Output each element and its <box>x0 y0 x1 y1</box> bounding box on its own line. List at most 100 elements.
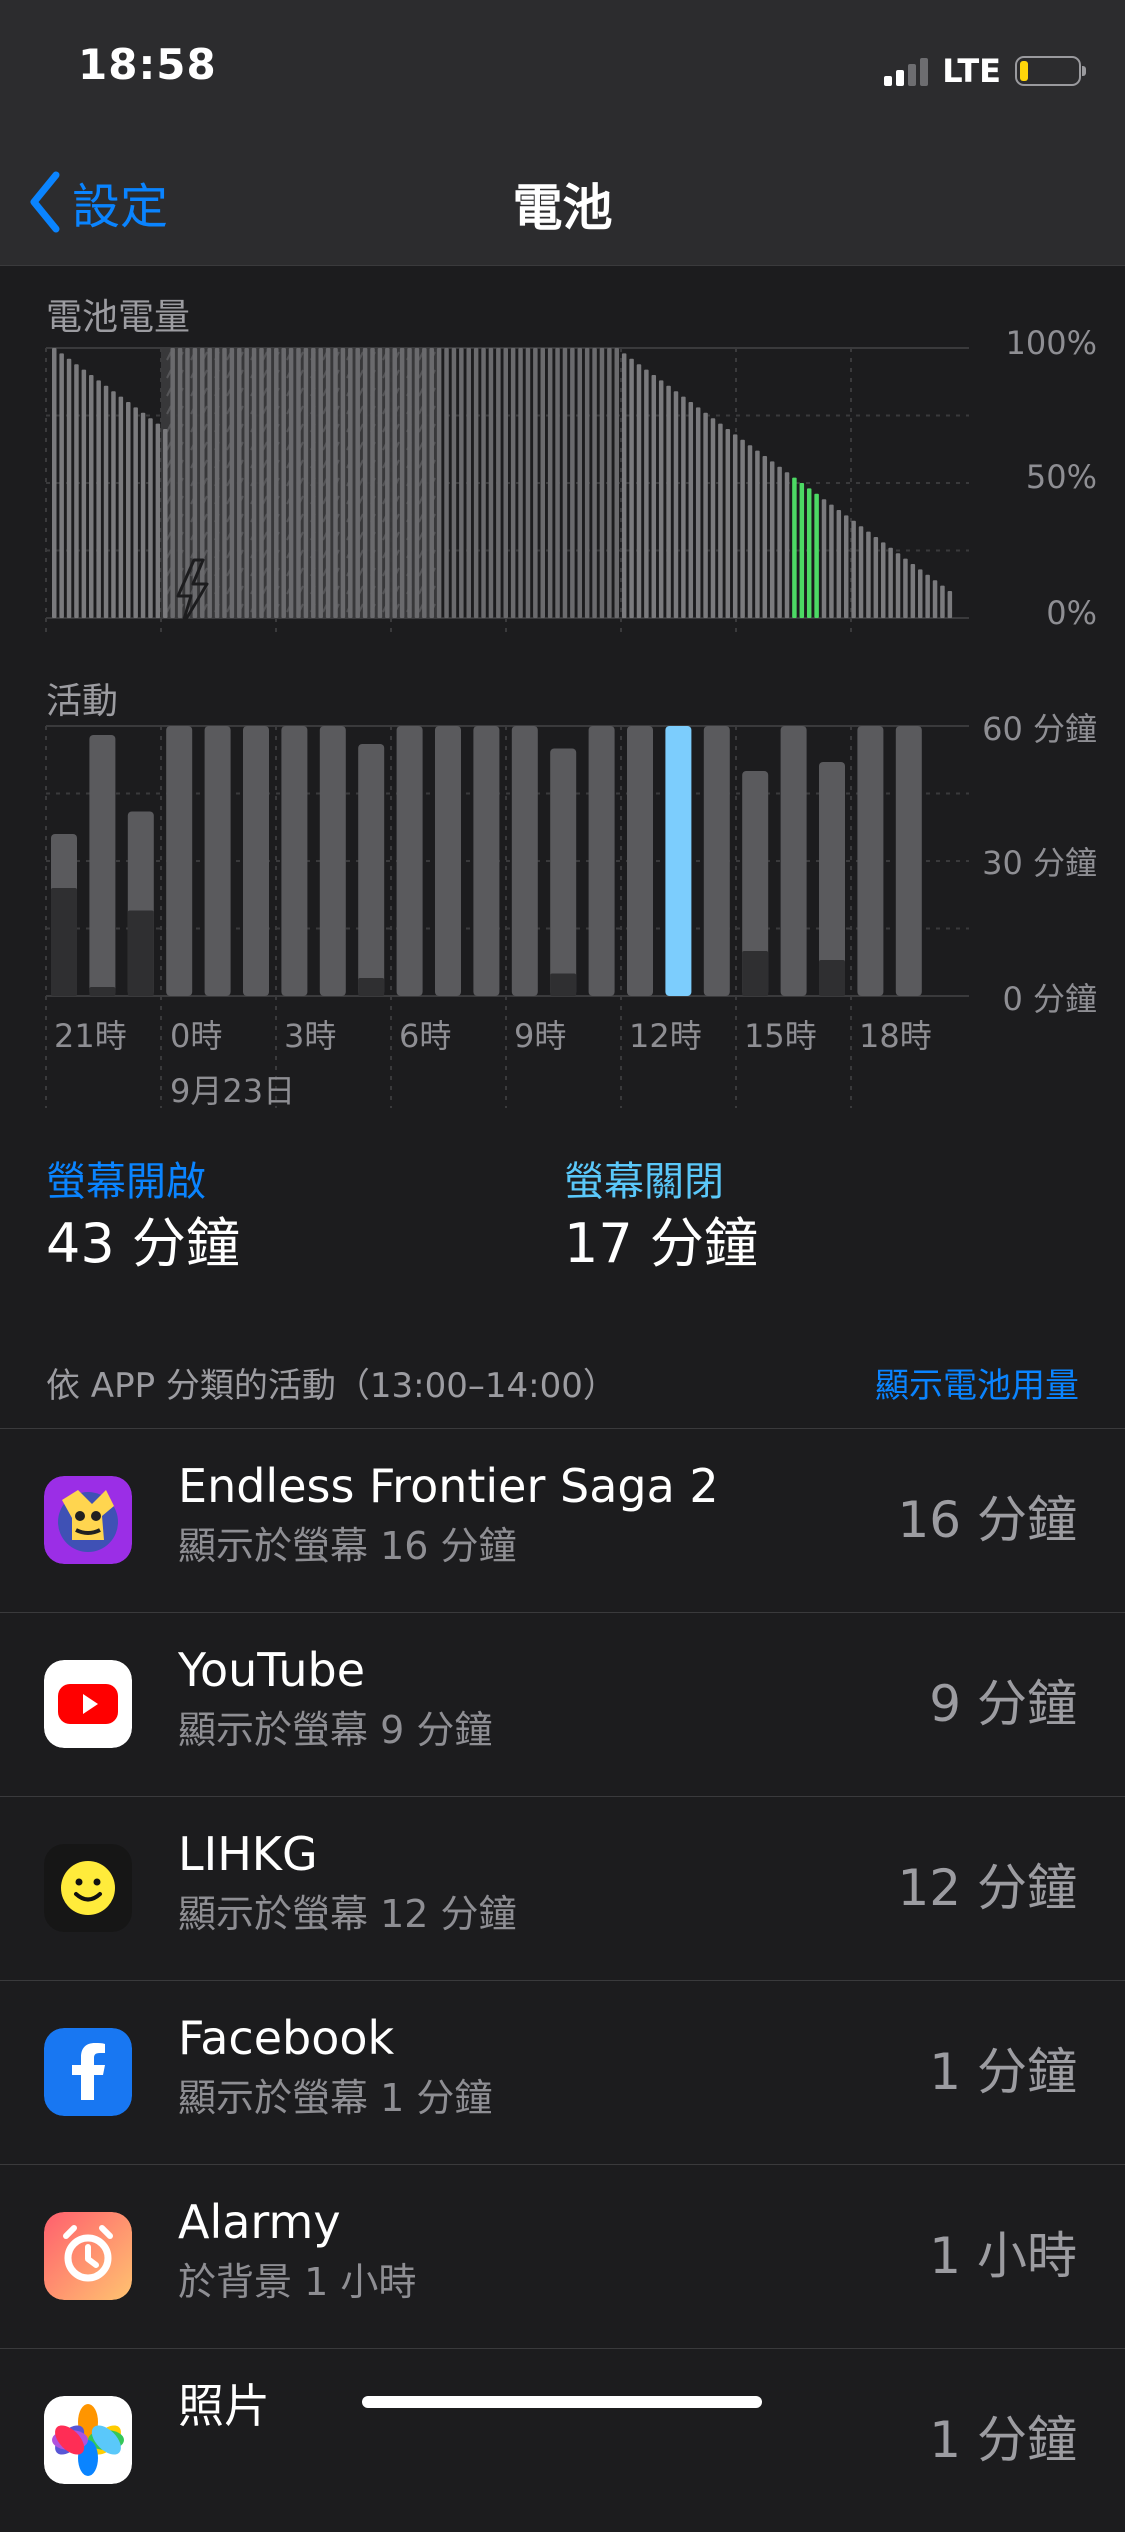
navigation-bar: 設定 電池 <box>0 140 1125 266</box>
battery-bar <box>59 353 64 618</box>
page-title: 電池 <box>512 179 613 237</box>
activity-label: 活動 <box>46 681 119 722</box>
time-label-6: 6時 <box>399 1017 452 1055</box>
battery-bar <box>207 348 212 618</box>
app-row-facebook[interactable]: Facebook 顯示於螢幕 1 分鐘 1 分鐘 <box>0 1980 1125 2164</box>
battery-bar <box>429 348 434 618</box>
battery-bar <box>81 369 87 618</box>
battery-bar <box>784 472 790 618</box>
screen-off-label: 螢幕關閉 <box>564 1159 724 1205</box>
activity-total-bar <box>895 726 922 996</box>
battery-bar <box>895 553 901 618</box>
battery-bar <box>644 369 649 618</box>
facebook-icon <box>44 2028 132 2116</box>
battery-bar <box>155 423 161 618</box>
battery-bar <box>473 348 479 618</box>
battery-bar <box>370 348 375 618</box>
activity-axis-30: 30 分鐘 <box>982 844 1097 882</box>
app-name: Alarmy <box>178 2195 341 2249</box>
activity-total-bar <box>89 735 116 996</box>
battery-bar <box>584 348 590 618</box>
screen-on-value: 43 分鐘 <box>46 1212 240 1275</box>
signal-icon <box>884 56 929 86</box>
battery-bar <box>525 348 531 618</box>
battery-bar <box>732 434 738 618</box>
activity-screen-bar <box>742 951 769 996</box>
battery-bar <box>747 445 753 618</box>
activity-total-bar <box>319 726 346 996</box>
activity-total-bar <box>473 726 500 996</box>
activity-total-bar <box>281 726 308 996</box>
battery-bar <box>274 348 279 618</box>
activity-total-bar <box>780 726 807 996</box>
battery-bar <box>311 348 316 618</box>
battery-bar <box>259 348 264 618</box>
activity-total-bar <box>703 726 730 996</box>
app-row-endless-frontier[interactable]: Endless Frontier Saga 2 顯示於螢幕 16 分鐘 16 分… <box>0 1429 1125 1612</box>
battery-bar <box>459 348 464 618</box>
battery-bar <box>555 348 560 618</box>
home-indicator[interactable] <box>362 2396 762 2408</box>
activity-total-bar <box>396 726 423 996</box>
status-icons: LTE <box>884 52 1086 90</box>
battery-bar <box>444 348 449 618</box>
battery-bar <box>251 348 257 618</box>
battery-level-label: 電池電量 <box>46 297 191 338</box>
app-detail: 顯示於螢幕 12 分鐘 <box>178 1892 517 1936</box>
photos-icon <box>44 2396 132 2484</box>
activity-svg <box>45 725 969 1108</box>
battery-icon <box>1015 56 1086 86</box>
show-battery-usage-link[interactable]: 顯示電池用量 <box>875 1358 1079 1407</box>
activity-screen-bar <box>358 978 385 996</box>
battery-level-chart[interactable] <box>45 347 969 638</box>
battery-bar <box>96 380 101 618</box>
battery-bar <box>407 348 412 618</box>
activity-total-bar <box>358 744 385 996</box>
alarm-icon <box>44 2212 132 2300</box>
app-row-alarmy[interactable]: Alarmy 於背景 1 小時 1 小時 <box>0 2164 1125 2348</box>
battery-bar <box>762 456 768 618</box>
app-usage-value: 9 分鐘 <box>929 1675 1077 1733</box>
battery-chart-section: 電池電量 100% 50% 0% 活動 60 分鐘 30 分鐘 0 分鐘 21時… <box>0 266 1125 1344</box>
apps-header: 依 APP 分類的活動（13:00–14:00） 顯示電池用量 <box>0 1344 1125 1428</box>
battery-bar <box>562 348 568 618</box>
battery-bar <box>910 564 916 618</box>
battery-bar <box>229 348 235 618</box>
battery-bar <box>695 407 701 618</box>
battery-bar <box>621 353 627 618</box>
battery-bar <box>673 391 679 618</box>
app-row-photos[interactable]: 照片 1 分鐘 <box>0 2348 1125 2532</box>
battery-bar <box>481 348 486 618</box>
battery-bar <box>89 375 94 618</box>
battery-bar <box>148 418 153 618</box>
battery-bar <box>133 407 138 618</box>
app-row-youtube[interactable]: YouTube 顯示於螢幕 9 分鐘 9 分鐘 <box>0 1612 1125 1796</box>
battery-bar <box>755 450 760 618</box>
status-time: 18:58 <box>78 40 217 89</box>
battery-bar <box>333 348 338 618</box>
network-label: LTE <box>942 52 1001 90</box>
battery-bar <box>888 547 893 618</box>
time-label-21: 21時 <box>54 1017 127 1055</box>
time-label-18: 18時 <box>859 1017 932 1055</box>
battery-bar <box>163 429 168 618</box>
battery-bar <box>703 412 708 618</box>
battery-bar <box>836 510 842 618</box>
battery-bar <box>570 348 575 618</box>
battery-bar <box>488 348 494 618</box>
activity-screen-bar <box>127 910 154 996</box>
battery-bar <box>873 537 879 618</box>
battery-bar <box>503 348 508 618</box>
app-usage-value: 12 分鐘 <box>897 1859 1077 1917</box>
activity-chart[interactable] <box>45 725 969 1108</box>
battery-bar <box>577 348 583 618</box>
battery-bar <box>392 348 397 618</box>
battery-bar <box>777 466 782 618</box>
activity-screen-bar <box>550 973 577 996</box>
battery-bar <box>710 418 716 618</box>
battery-bar <box>348 348 353 618</box>
activity-total-bar <box>665 726 692 996</box>
app-row-lihkg[interactable]: LIHKG 顯示於螢幕 12 分鐘 12 分鐘 <box>0 1796 1125 1980</box>
app-name: Endless Frontier Saga 2 <box>178 1459 719 1513</box>
date-label: 9月23日 <box>170 1072 296 1110</box>
